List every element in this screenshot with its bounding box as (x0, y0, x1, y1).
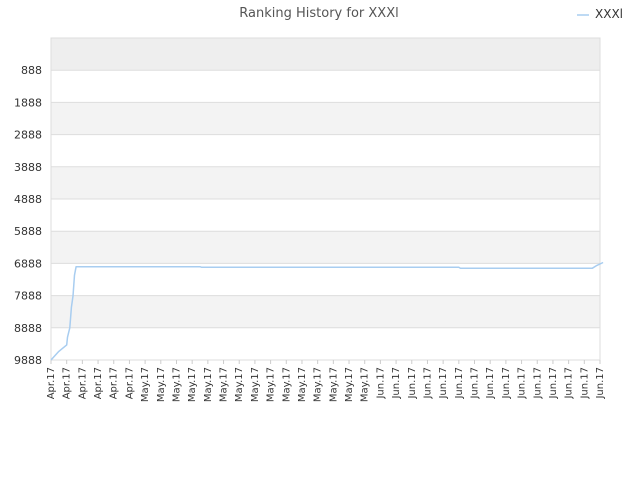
plot-band (51, 38, 600, 71)
y-tick-label: 4888 (14, 193, 42, 206)
plot-band (51, 231, 600, 264)
chart-title: Ranking History for XXXl (239, 6, 398, 21)
x-tick-label: May.17 (234, 367, 245, 402)
plot-band (51, 327, 600, 360)
x-tick-label: Apr.17 (109, 367, 120, 399)
y-tick-label: 2888 (14, 129, 42, 142)
y-tick-label: 9888 (14, 354, 42, 367)
x-tick-label: Jun.17 (564, 367, 575, 400)
x-tick-label: Jun.17 (391, 367, 402, 400)
x-tick-label: May.17 (360, 367, 371, 402)
x-tick-label: May.17 (281, 367, 292, 402)
x-axis-ticks: Apr.17 Apr.17 Apr.17 Apr.17 Apr.17 Apr.17 May.… (46, 360, 606, 402)
x-tick-label: May.17 (171, 367, 182, 402)
x-tick-label: Jun.17 (595, 367, 606, 400)
x-tick-label: May.17 (156, 367, 167, 402)
x-tick-label: May.17 (219, 367, 230, 402)
y-tick-label: 1888 (14, 96, 42, 109)
x-tick-label: Jun.17 (485, 367, 496, 400)
x-tick-label: Jun.17 (438, 367, 449, 400)
x-tick-label: Jun.17 (454, 367, 465, 400)
x-tick-label: Jun.17 (548, 367, 559, 400)
y-tick-label: 6888 (14, 257, 42, 270)
x-tick-label: Apr.17 (93, 367, 104, 399)
x-tick-label: Jun.17 (579, 367, 590, 400)
plot-band (51, 70, 600, 103)
y-axis-ticks: 888 1888 2888 3888 4888 5888 6888 7888 8888 9888 (14, 64, 42, 367)
plot-band (51, 102, 600, 135)
plot-band (51, 166, 600, 199)
x-tick-label: Apr.17 (62, 367, 73, 399)
x-tick-label: May.17 (297, 367, 308, 402)
plot-band (51, 199, 600, 232)
x-tick-label: Jun.17 (375, 367, 386, 400)
x-tick-label: Apr.17 (124, 367, 135, 399)
x-tick-label: May.17 (266, 367, 277, 402)
y-tick-label: 7888 (14, 290, 42, 303)
y-tick-label: 3888 (14, 161, 42, 174)
plot-band (51, 134, 600, 167)
x-tick-label: Jun.17 (517, 367, 528, 400)
x-tick-label: May.17 (250, 367, 261, 402)
x-tick-label: Jun.17 (407, 367, 418, 400)
y-tick-label: 5888 (14, 225, 42, 238)
x-tick-label: May.17 (140, 367, 151, 402)
plot-band (51, 295, 600, 328)
y-tick-label: 8888 (14, 322, 42, 335)
x-tick-label: Jun.17 (501, 367, 512, 400)
x-tick-label: May.17 (203, 367, 214, 402)
y-tick-label: 888 (21, 64, 42, 77)
x-tick-label: May.17 (313, 367, 324, 402)
x-tick-label: Jun.17 (532, 367, 543, 400)
x-tick-label: Apr.17 (46, 367, 57, 399)
x-tick-label: May.17 (187, 367, 198, 402)
legend-label: XXXl (595, 7, 623, 21)
legend: XXXl (577, 7, 623, 21)
x-tick-label: May.17 (328, 367, 339, 402)
ranking-chart: Ranking History for XXXl XXXl 888 1888 288… (14, 6, 623, 402)
x-tick-label: May.17 (344, 367, 355, 402)
x-tick-label: Jun.17 (422, 367, 433, 400)
x-tick-label: Jun.17 (470, 367, 481, 400)
x-tick-label: Apr.17 (77, 367, 88, 399)
